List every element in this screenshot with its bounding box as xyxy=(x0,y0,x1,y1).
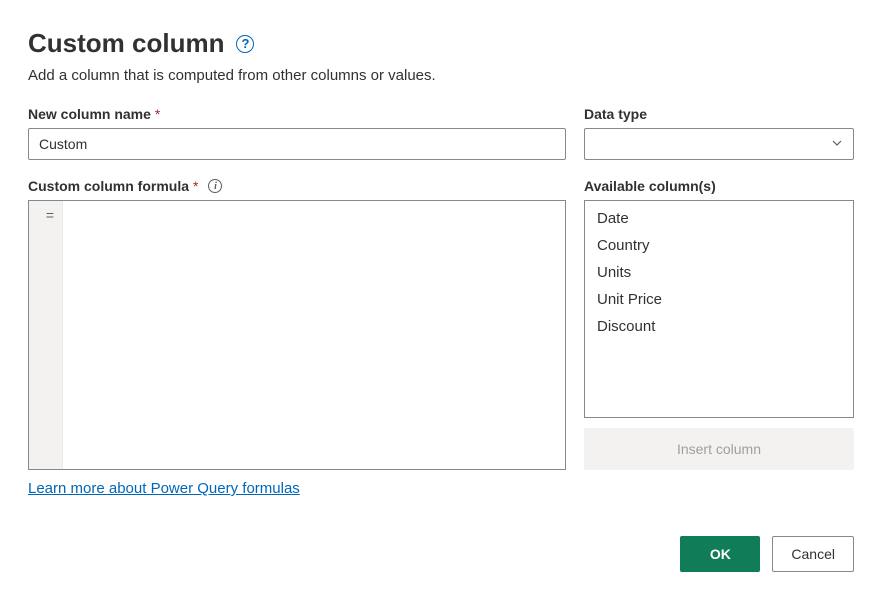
list-item[interactable]: Country xyxy=(585,232,853,259)
available-columns-list: Date Country Units Unit Price Discount xyxy=(584,200,854,418)
available-columns-label-text: Available column(s) xyxy=(584,178,716,194)
column-name-label: New column name * xyxy=(28,106,566,122)
cancel-button[interactable]: Cancel xyxy=(772,536,854,572)
chevron-down-icon xyxy=(831,136,843,152)
required-asterisk: * xyxy=(155,106,160,122)
list-item[interactable]: Unit Price xyxy=(585,286,853,313)
formula-textarea[interactable] xyxy=(63,201,565,469)
formula-label-text: Custom column formula xyxy=(28,178,189,194)
formula-label: Custom column formula * i xyxy=(28,178,566,194)
available-columns-label: Available column(s) xyxy=(584,178,854,194)
help-icon[interactable]: ? xyxy=(236,35,254,53)
available-columns-field: Available column(s) Date Country Units U… xyxy=(584,178,854,498)
custom-column-dialog: Custom column ? Add a column that is com… xyxy=(28,28,854,572)
required-asterisk: * xyxy=(193,178,198,194)
formula-editor: = xyxy=(28,200,566,470)
form-row-top: New column name * Data type xyxy=(28,106,854,160)
list-item[interactable]: Units xyxy=(585,259,853,286)
list-item[interactable]: Date xyxy=(585,205,853,232)
insert-column-button[interactable]: Insert column xyxy=(584,428,854,470)
data-type-label-text: Data type xyxy=(584,106,647,122)
dialog-footer: OK Cancel xyxy=(28,536,854,572)
form-row-main: Custom column formula * i = Learn more a… xyxy=(28,178,854,498)
data-type-field: Data type xyxy=(584,106,854,160)
formula-gutter: = xyxy=(29,201,63,469)
column-name-label-text: New column name xyxy=(28,106,151,122)
ok-button[interactable]: OK xyxy=(680,536,760,572)
data-type-dropdown[interactable] xyxy=(584,128,854,160)
dialog-subtitle: Add a column that is computed from other… xyxy=(28,67,854,84)
dialog-header: Custom column ? xyxy=(28,28,854,59)
column-name-input[interactable] xyxy=(28,128,566,160)
column-name-field: New column name * xyxy=(28,106,566,160)
learn-more-link[interactable]: Learn more about Power Query formulas xyxy=(28,480,300,497)
dialog-title: Custom column xyxy=(28,28,224,59)
list-item[interactable]: Discount xyxy=(585,313,853,340)
data-type-label: Data type xyxy=(584,106,854,122)
formula-field: Custom column formula * i = Learn more a… xyxy=(28,178,566,498)
info-icon[interactable]: i xyxy=(208,179,222,193)
